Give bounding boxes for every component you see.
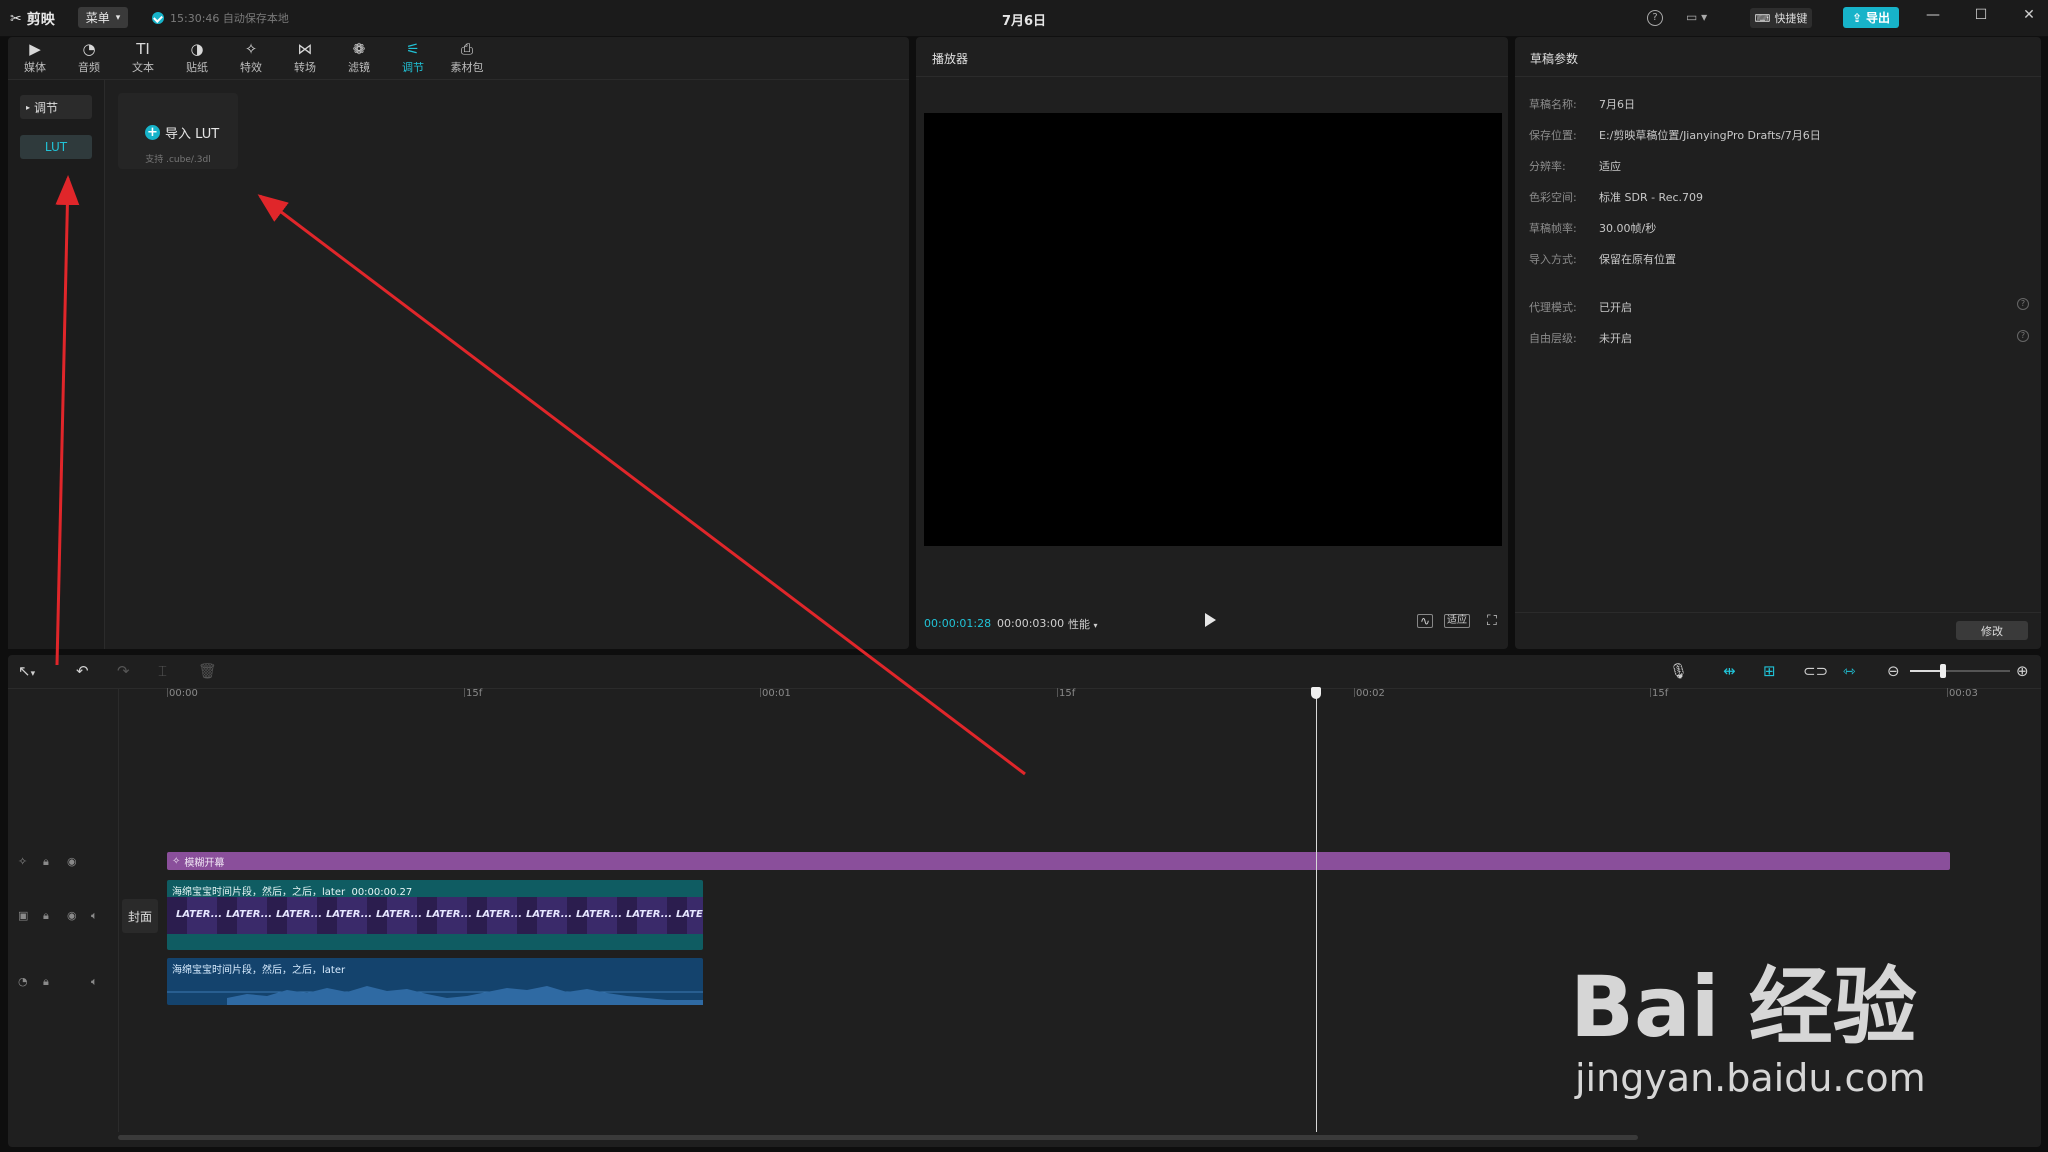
baidu-jingyan-watermark: Bai 经验 <box>1570 958 1917 1056</box>
annotation-arrow <box>257 194 1026 776</box>
baidu-jingyan-url: jingyan.baidu.com <box>1575 1056 1926 1100</box>
annotation-arrow <box>55 175 80 666</box>
